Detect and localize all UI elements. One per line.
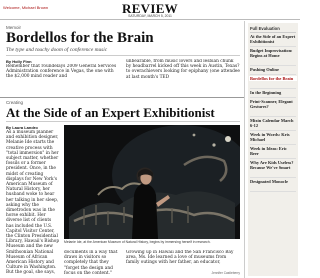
sidebar-item[interactable]: In the Beginning — [249, 90, 297, 95]
sidebar-item[interactable]: Print-Scanner, Elegant Gestures? — [249, 99, 297, 109]
sidebar-item[interactable]: Week in Words: Kris Michael — [249, 132, 297, 142]
article-body-column: Growing up in Hawaii and the San Francis… — [126, 250, 234, 266]
article-body-column: documents in a way that draws in visitor… — [64, 250, 118, 276]
caption-text: Melanie Ide, at the American Museum of N… — [64, 240, 211, 244]
divider — [6, 121, 240, 122]
article-body-column: As a museum planner and exhibition desig… — [6, 130, 60, 276]
article-title[interactable]: Bordellos for the Brain — [6, 31, 154, 46]
sidebar-item[interactable]: Why Are Kids Useless? Because We've Smar… — [249, 160, 297, 170]
main-content: Memoir Bordellos for the Brain The type … — [0, 21, 244, 278]
sidebar-item[interactable]: Mixin Calendar March 6-12 — [249, 118, 297, 128]
divider — [250, 46, 296, 47]
article-deck: The type and touchy doom of conference m… — [6, 47, 108, 53]
divider — [250, 158, 296, 159]
divider — [250, 144, 296, 145]
photo-credit: Jennifer Castleberry — [211, 271, 240, 275]
divider — [250, 88, 296, 89]
sidebar-item[interactable]: Budget Improvisation: Begins at Home — [249, 48, 297, 58]
column-divider — [244, 21, 245, 278]
sidebar-item[interactable]: Designated Monocle — [249, 179, 297, 184]
section-divider — [0, 97, 244, 98]
article-title[interactable]: At the Side of an Expert Exhibitionist — [6, 106, 215, 120]
article-photo[interactable] — [64, 125, 240, 239]
divider — [250, 65, 296, 66]
masthead-bar: Welcome, Michael Brown REVIEW SATURDAY, … — [0, 0, 300, 20]
divider — [6, 55, 240, 56]
museum-photo-image — [64, 125, 240, 239]
divider — [250, 130, 296, 131]
dateline: SATURDAY, MARCH 5, 2011 — [128, 14, 172, 18]
divider — [250, 116, 296, 117]
divider — [250, 177, 296, 178]
sidebar-item[interactable]: Pushing Online — [249, 67, 297, 72]
divider — [250, 32, 296, 33]
article-body-column: Remember that roundelays 2009 General Se… — [6, 64, 117, 80]
divider — [250, 74, 296, 75]
sidebar-item[interactable]: Week in Ideas: Eric Beer — [249, 146, 297, 156]
article-body-column: unbearable, from music lovers and lesbia… — [126, 59, 240, 80]
sidebar: Full Evaluation At the Side of an Expert… — [246, 21, 300, 278]
sidebar-item-active[interactable]: Bordellos for the Brain — [249, 76, 297, 82]
photo-caption: Melanie Ide, at the American Museum of N… — [64, 240, 240, 244]
sidebar-heading: Full Evaluation — [250, 26, 280, 31]
sidebar-item[interactable]: At the Side of an Expert Exhibitionist — [249, 34, 297, 44]
divider — [250, 191, 296, 192]
divider — [250, 97, 296, 98]
